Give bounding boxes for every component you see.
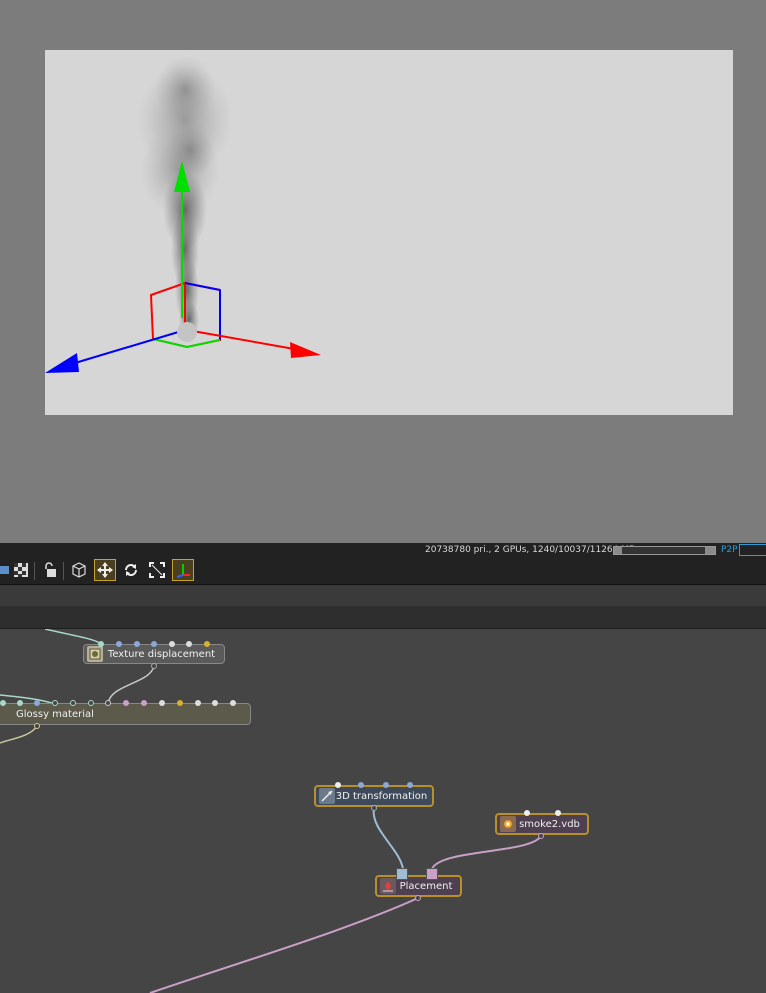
cube-icon[interactable] <box>69 560 89 580</box>
input-pin[interactable] <box>70 700 76 706</box>
scale-icon[interactable] <box>147 560 167 580</box>
input-pin[interactable] <box>335 782 341 788</box>
move-icon[interactable] <box>94 559 116 581</box>
lock-icon[interactable] <box>40 560 60 580</box>
memory-bar <box>613 546 716 555</box>
p2p-label: P2P <box>721 545 738 555</box>
texture-displacement-node[interactable]: Texture displacement <box>83 644 225 664</box>
node-label: 3D transformation <box>335 790 428 802</box>
graph-tab-bar <box>0 606 766 629</box>
smoke-vdb-node[interactable]: smoke2.vdb <box>495 813 589 835</box>
memory-bar-end <box>705 547 715 554</box>
output-pin[interactable] <box>538 833 544 839</box>
render-canvas[interactable] <box>45 50 733 415</box>
output-pin[interactable] <box>151 663 157 669</box>
input-pin[interactable] <box>524 810 530 816</box>
glossy-material-node[interactable]: Glossy material <box>0 703 251 725</box>
input-pin[interactable] <box>0 700 6 706</box>
p2p-indicator <box>739 544 766 556</box>
geometry-input-pin[interactable] <box>426 868 438 880</box>
texture-icon <box>87 646 103 662</box>
input-pin[interactable] <box>555 810 561 816</box>
input-pin[interactable] <box>123 700 129 706</box>
input-pin[interactable] <box>383 782 389 788</box>
node-label: Texture displacement <box>107 648 216 660</box>
input-pin[interactable] <box>151 641 157 647</box>
input-pin[interactable] <box>52 700 58 706</box>
input-pin[interactable] <box>230 700 236 706</box>
render-status-text: 20738780 pri., 2 GPUs, 1240/10037/11264 … <box>425 545 636 555</box>
input-pin[interactable] <box>204 641 210 647</box>
input-pin[interactable] <box>98 641 104 647</box>
node-wires <box>0 629 542 993</box>
input-pin[interactable] <box>195 700 201 706</box>
transform-gizmo[interactable] <box>45 161 321 373</box>
placement-node[interactable]: Placement <box>375 875 462 897</box>
output-pin[interactable] <box>371 805 377 811</box>
input-pin[interactable] <box>358 782 364 788</box>
3d-transformation-node[interactable]: 3D transformation <box>314 785 434 807</box>
output-pin[interactable] <box>415 895 421 901</box>
volume-icon <box>500 816 516 832</box>
node-label: Glossy material <box>16 708 94 720</box>
transform-icon <box>319 788 335 804</box>
viewport-area <box>0 0 766 543</box>
node-graph-editor[interactable]: Texture displacement Glossy material 3D … <box>0 629 766 993</box>
node-label: Placement <box>399 880 453 892</box>
placement-icon <box>380 878 396 894</box>
node-label: smoke2.vdb <box>519 818 580 830</box>
output-pin[interactable] <box>34 723 40 729</box>
input-pin[interactable] <box>116 641 122 647</box>
toolbar-separator <box>34 562 35 580</box>
input-pin[interactable] <box>134 641 140 647</box>
input-pin[interactable] <box>212 700 218 706</box>
input-pin[interactable] <box>159 700 165 706</box>
input-pin[interactable] <box>177 700 183 706</box>
input-pin[interactable] <box>88 700 94 706</box>
toolbar-separator <box>63 562 64 580</box>
input-pin[interactable] <box>34 700 40 706</box>
axis-gizmo-icon[interactable] <box>172 559 194 581</box>
input-pin[interactable] <box>186 641 192 647</box>
input-pin[interactable] <box>169 641 175 647</box>
rotate-icon[interactable] <box>121 560 141 580</box>
graph-header <box>0 585 766 606</box>
input-pin[interactable] <box>141 700 147 706</box>
render-viewport[interactable] <box>45 50 733 415</box>
input-pin[interactable] <box>407 782 413 788</box>
checker-icon[interactable] <box>11 560 31 580</box>
input-pin[interactable] <box>17 700 23 706</box>
input-pin[interactable] <box>105 700 111 706</box>
memory-bar-fill <box>614 547 623 554</box>
transform-input-pin[interactable] <box>396 868 408 880</box>
